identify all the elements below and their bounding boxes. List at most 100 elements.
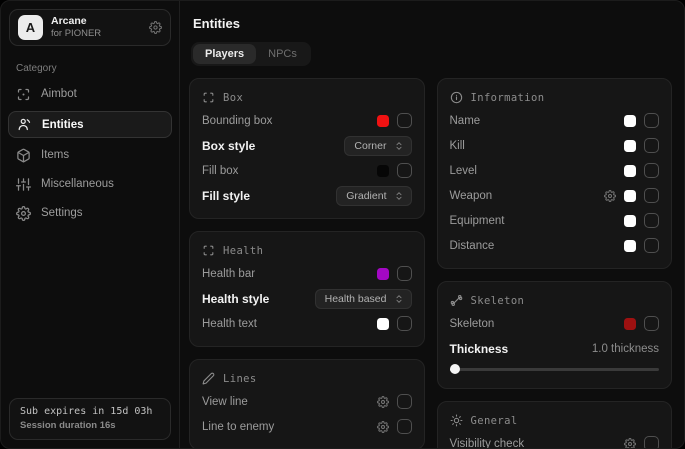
entity-tabs: Players NPCs [191,42,311,66]
app-logo: A [18,15,43,40]
box-style-dropdown[interactable]: Corner [344,136,411,156]
setting-row: Line to enemy [202,414,412,439]
sidebar-item-aimbot[interactable]: Aimbot [1,80,179,108]
setting-label: Visibility check [450,438,525,449]
panel-general: General Visibility check Max distance 50… [437,401,673,449]
setting-row: Thickness 1.0 thickness [450,336,660,361]
sidebar-item-items[interactable]: Items [1,141,179,169]
bounding-box-checkbox[interactable] [397,113,412,128]
setting-row: Equipment [450,208,660,233]
setting-label: Kill [450,140,465,152]
sidebar-item-entities[interactable]: Entities [8,111,172,138]
visibility-check-checkbox[interactable] [644,436,659,449]
sidebar-item-label: Entities [42,119,84,131]
cube-icon [16,148,31,163]
color-swatch[interactable] [624,215,636,227]
health-style-dropdown[interactable]: Health based [315,289,412,309]
setting-row: View line [202,389,412,414]
weapon-checkbox[interactable] [644,188,659,203]
color-swatch[interactable] [624,318,636,330]
fill-style-dropdown[interactable]: Gradient [336,186,411,206]
level-checkbox[interactable] [644,163,659,178]
line-to-enemy-settings-gear-icon[interactable] [377,421,389,433]
sidebar-item-settings[interactable]: Settings [1,199,179,227]
subscription-card: Sub expires in 15d 03h Session duration … [9,398,171,440]
weapon-settings-gear-icon[interactable] [604,190,616,202]
panel-title: Health [223,245,263,257]
sidebar-item-label: Items [41,149,69,161]
sidebar-item-miscellaneous[interactable]: Miscellaneous [1,170,179,198]
health-bar-checkbox[interactable] [397,266,412,281]
tab-players[interactable]: Players [193,44,256,64]
panel-lines: Lines View line Line to enemy [189,359,425,449]
distance-checkbox[interactable] [644,238,659,253]
color-swatch[interactable] [624,240,636,252]
gear-icon [16,206,31,221]
setting-row: Box style Corner [202,133,412,158]
color-swatch[interactable] [624,115,636,127]
setting-label: Fill box [202,165,238,177]
sliders-icon [16,177,31,192]
app-header-card: A Arcane for PIONER [9,9,171,46]
fill-box-checkbox[interactable] [397,163,412,178]
setting-label: Bounding box [202,115,272,127]
panel-skeleton: Skeleton Skeleton Thickness 1.0 thicknes… [437,281,673,389]
sun-icon [450,414,463,427]
entities-person-icon [17,117,32,132]
setting-row: Name [450,108,660,133]
setting-label: Box style [202,139,255,153]
panel-title: Box [223,92,243,104]
setting-label: Thickness [450,342,509,356]
color-swatch[interactable] [377,318,389,330]
panel-information: Information Name Kill [437,78,673,269]
panel-title: General [471,415,518,427]
setting-label: Line to enemy [202,421,274,433]
chevron-unfold-icon [394,294,404,304]
setting-label: Level [450,165,478,177]
name-checkbox[interactable] [644,113,659,128]
setting-label: Distance [450,240,495,252]
visibility-check-settings-gear-icon[interactable] [624,438,636,449]
chevron-unfold-icon [394,191,404,201]
color-swatch[interactable] [624,190,636,202]
skeleton-checkbox[interactable] [644,316,659,331]
sidebar-nav: Aimbot Entities Items Miscellaneous Sett… [1,80,179,228]
sub-expiry-text: Sub expires in 15d 03h [20,406,160,417]
header-gear-icon[interactable] [149,21,162,34]
setting-label: Health text [202,318,257,330]
color-swatch[interactable] [377,268,389,280]
setting-row: Visibility check [450,431,660,449]
color-swatch[interactable] [624,140,636,152]
thickness-value: 1.0 thickness [592,343,659,355]
setting-label: Weapon [450,190,493,202]
app-window: A Arcane for PIONER Category Aimbot Enti… [0,0,685,449]
color-swatch[interactable] [377,115,389,127]
crosshair-scan-icon [16,87,31,102]
page-title: Entities [193,16,672,31]
info-icon [450,91,463,104]
setting-label: View line [202,396,248,408]
tab-npcs[interactable]: NPCs [256,44,309,64]
session-duration-text: Session duration 16s [20,420,160,431]
thickness-slider-thumb[interactable] [450,364,460,374]
panel-health: Health Health bar Health style Health ba… [189,231,425,347]
setting-row: Skeleton [450,311,660,336]
setting-row: Bounding box [202,108,412,133]
equipment-checkbox[interactable] [644,213,659,228]
kill-checkbox[interactable] [644,138,659,153]
pencil-icon [202,372,215,385]
health-text-checkbox[interactable] [397,316,412,331]
color-swatch[interactable] [377,165,389,177]
setting-label: Equipment [450,215,505,227]
panel-title: Information [471,92,545,104]
view-line-settings-gear-icon[interactable] [377,396,389,408]
color-swatch[interactable] [624,165,636,177]
setting-row: Weapon [450,183,660,208]
line-to-enemy-checkbox[interactable] [397,419,412,434]
thickness-slider[interactable] [450,363,660,375]
category-label: Category [16,63,179,74]
view-line-checkbox[interactable] [397,394,412,409]
setting-row: Level [450,158,660,183]
app-subtitle: for PIONER [51,28,141,40]
chevron-unfold-icon [394,141,404,151]
